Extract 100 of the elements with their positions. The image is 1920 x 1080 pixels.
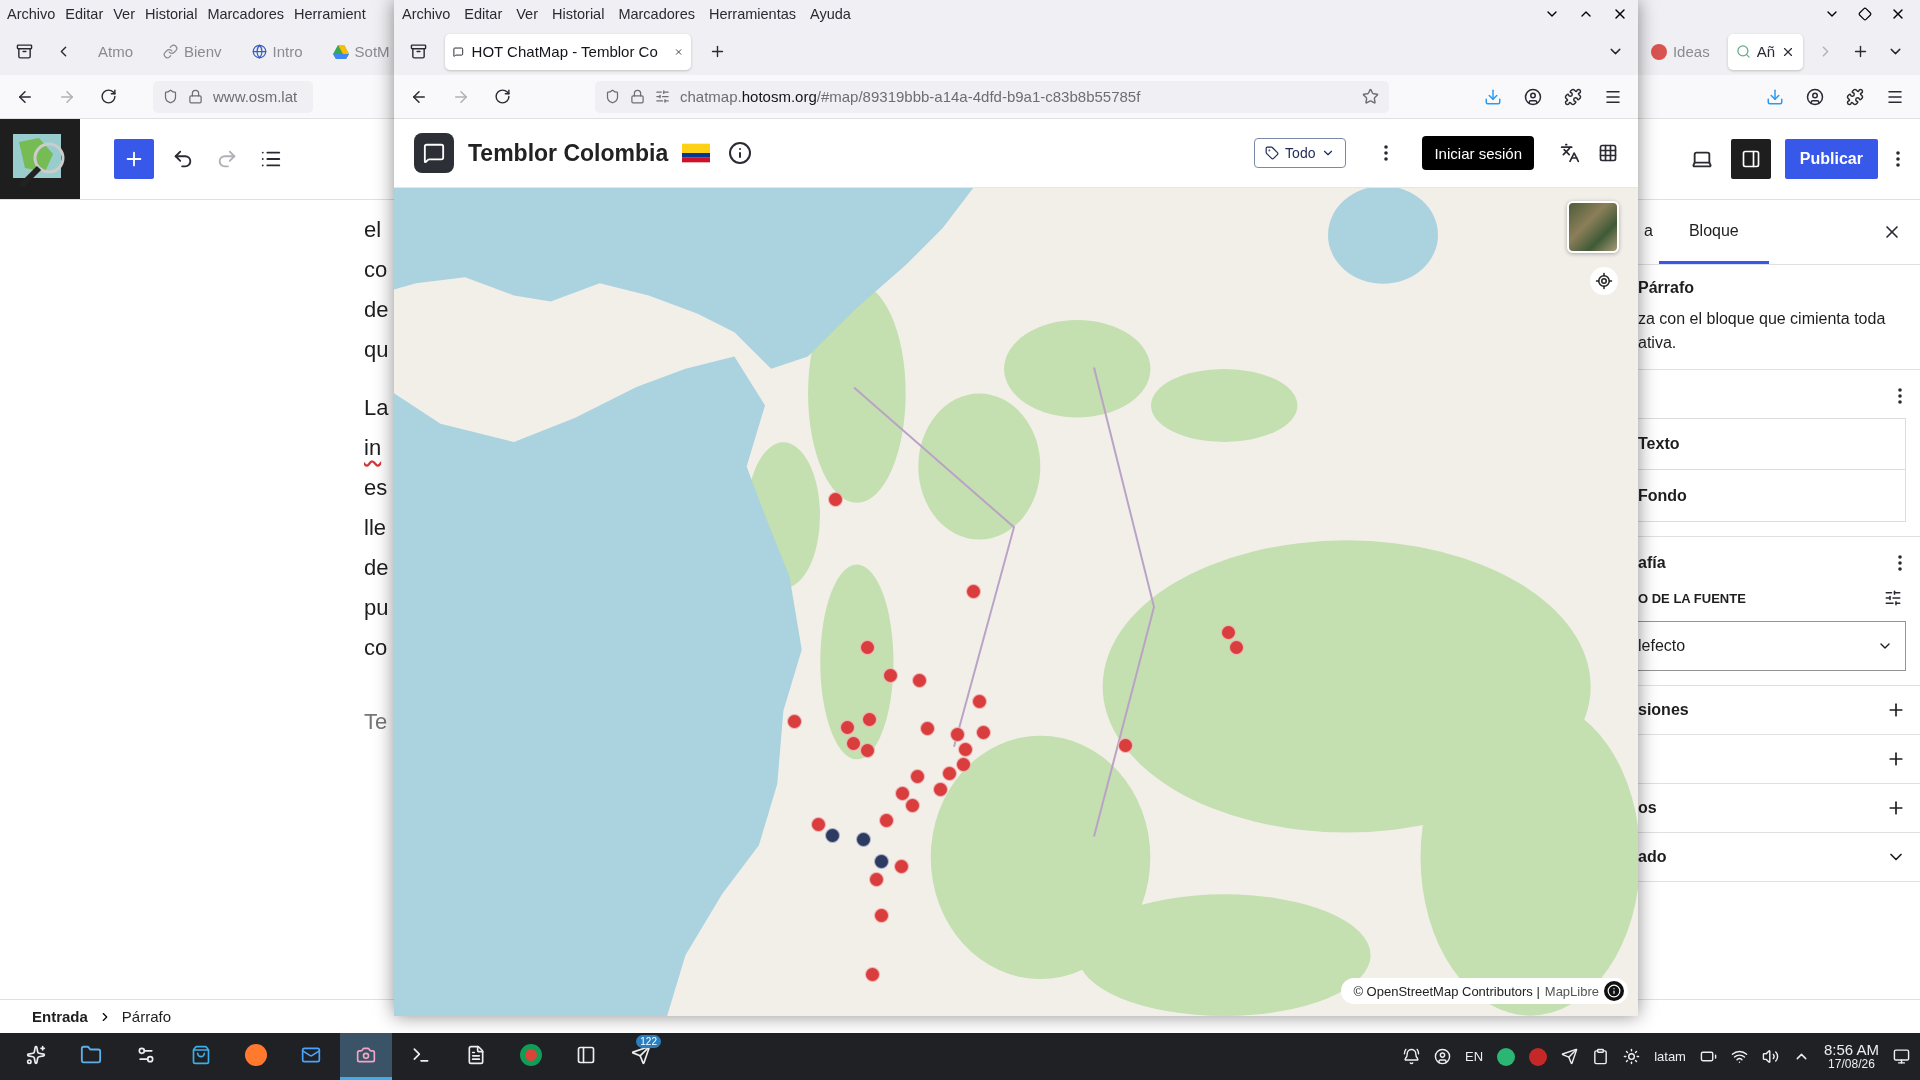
tab-list-icon xyxy=(410,43,427,60)
grid-icon xyxy=(1598,143,1618,163)
paragraph-text: in xyxy=(364,434,383,462)
paragraph-text: lle xyxy=(364,514,387,542)
address-bar[interactable]: www.osm.lat xyxy=(153,80,313,113)
redo-icon xyxy=(216,148,238,170)
filter-dropdown[interactable]: Todo xyxy=(1254,138,1347,168)
locate-icon xyxy=(1595,272,1613,290)
menu-item[interactable]: Historial xyxy=(143,6,200,22)
lock-icon xyxy=(630,89,645,104)
tab-title: Intro xyxy=(272,43,303,60)
paragraph-text: La xyxy=(364,394,390,422)
user-icon[interactable] xyxy=(1434,1048,1452,1065)
section-title: afía xyxy=(1638,554,1666,572)
globe-icon xyxy=(251,44,267,59)
settings-toggle[interactable] xyxy=(1730,139,1771,179)
kebab-icon xyxy=(1898,388,1902,404)
info-button[interactable] xyxy=(1604,981,1624,1001)
font-select[interactable]: lefecto xyxy=(1638,621,1906,671)
address-bar[interactable]: chatmap.hotosm.org/#map/89319bbb-a14a-4dfd-b9a1-c83b8b55785f xyxy=(595,80,1389,113)
menu-item[interactable]: Editar xyxy=(63,6,106,22)
publish-button[interactable]: Publicar xyxy=(1784,139,1878,179)
keyboard-layout[interactable]: latam xyxy=(1654,1049,1686,1064)
paragraph-text: co xyxy=(364,256,389,284)
map-view[interactable]: © OpenStreetMap Contributors | MapLibre xyxy=(394,188,1638,1016)
terminal-icon xyxy=(411,1045,431,1065)
menu-item[interactable]: Herramient xyxy=(291,6,368,22)
permissions-icon xyxy=(655,89,670,104)
chat-bubble-icon xyxy=(423,142,445,164)
lock-icon xyxy=(188,89,203,104)
clock[interactable]: 8:56 AM 17/08/26 xyxy=(1823,1042,1879,1071)
paragraph-text: el xyxy=(364,216,383,244)
paragraph-text: es xyxy=(364,474,389,502)
panel-tab[interactable]: Bloque xyxy=(1658,200,1769,264)
taskbar-app[interactable]: 122 xyxy=(615,1033,667,1080)
puzzle-icon xyxy=(1564,87,1582,106)
menu-item[interactable]: Ayuda xyxy=(808,6,853,22)
paper-plane-icon xyxy=(631,1045,651,1065)
shield-icon xyxy=(605,89,620,104)
brightness-icon[interactable] xyxy=(1623,1048,1641,1065)
magnifier-icon xyxy=(1735,44,1751,59)
bag-icon xyxy=(191,1045,211,1065)
bell-icon[interactable] xyxy=(1403,1048,1421,1065)
tab-title: Añ xyxy=(1756,43,1775,60)
menu-item[interactable]: Archivo xyxy=(400,6,453,22)
url-text: www.osm.lat xyxy=(213,88,298,105)
round-logo-icon xyxy=(1650,43,1667,60)
clipboard-icon[interactable] xyxy=(1592,1048,1610,1065)
breadcrumb-link[interactable]: Párrafo xyxy=(121,1008,172,1025)
volume-icon[interactable] xyxy=(1761,1048,1779,1065)
site-logo[interactable] xyxy=(0,119,80,199)
menu-item[interactable]: Historial xyxy=(550,6,607,22)
paragraph-text: pu xyxy=(364,594,390,622)
add-block-button[interactable] xyxy=(114,139,154,179)
launcher-icon xyxy=(26,1045,46,1065)
info-icon xyxy=(728,141,753,165)
round-logo-icon[interactable] xyxy=(1497,1047,1516,1066)
shield-icon xyxy=(163,89,178,104)
paragraph-text: de xyxy=(364,554,390,582)
show-desktop-icon[interactable] xyxy=(1893,1048,1910,1065)
field-label: O DE LA FUENTE xyxy=(1638,590,1746,606)
document-icon xyxy=(466,1045,486,1065)
breadcrumb-link[interactable]: Entrada xyxy=(32,1008,88,1025)
download-icon xyxy=(1766,87,1784,106)
browser-logo-icon xyxy=(245,1044,267,1066)
maximize-icon[interactable] xyxy=(1858,7,1872,21)
language-indicator[interactable]: EN xyxy=(1465,1049,1484,1064)
settings-icon xyxy=(136,1045,156,1065)
satellite-layer-button[interactable] xyxy=(1567,201,1619,253)
menu-item[interactable]: Herramientas xyxy=(706,6,798,22)
placeholder-text: Te xyxy=(364,708,389,736)
menu-item[interactable]: Ver xyxy=(111,6,137,22)
panel-tab[interactable]: a xyxy=(1638,200,1659,264)
bookmark-star-icon[interactable] xyxy=(1362,88,1379,105)
menu-item[interactable]: Archivo xyxy=(5,6,58,22)
sliders-icon xyxy=(1884,589,1902,607)
browser-tab[interactable]: HOT ChatMap - Temblor Co xyxy=(445,33,691,70)
flag-icon xyxy=(682,143,711,163)
folder-icon xyxy=(80,1044,102,1066)
url-text: chatmap.hotosm.org/#map/89319bbb-a14a-4dfd-b9a1-c83b8b55785f xyxy=(680,88,1141,105)
camera-icon xyxy=(356,1045,376,1065)
menu-item[interactable]: Ver xyxy=(514,6,540,22)
browser-tab[interactable]: Añ xyxy=(1727,33,1803,70)
menu-item[interactable]: Editar xyxy=(462,6,505,22)
menu-item[interactable]: Marcadores xyxy=(205,6,286,22)
wifi-icon[interactable] xyxy=(1730,1048,1748,1065)
tab-title: SotM xyxy=(354,43,390,60)
paragraph-text: qu xyxy=(364,336,390,364)
paper-plane-icon[interactable] xyxy=(1561,1048,1579,1065)
panel-icon xyxy=(576,1045,596,1065)
attribution-text: © OpenStreetMap Contributors | xyxy=(1353,983,1540,999)
round-logo-icon[interactable] xyxy=(1529,1047,1548,1066)
attribution-link[interactable]: MapLibre xyxy=(1544,983,1599,999)
tab-list-icon xyxy=(16,43,33,60)
sidebar-icon xyxy=(1740,149,1761,169)
browser-logo-icon xyxy=(520,1044,542,1066)
login-button[interactable]: Iniciar sesión xyxy=(1422,136,1534,170)
info-icon xyxy=(1607,984,1621,998)
menu-item[interactable]: Marcadores xyxy=(616,6,697,22)
kebab-icon xyxy=(1898,555,1902,571)
